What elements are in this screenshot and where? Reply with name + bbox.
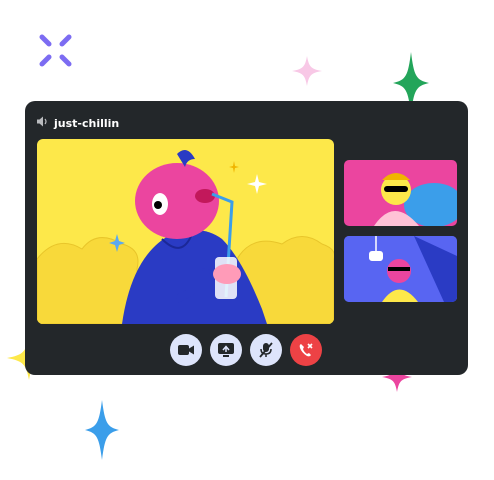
hang-up-icon bbox=[298, 342, 314, 358]
video-camera-icon bbox=[178, 344, 194, 356]
leave-call-button[interactable] bbox=[290, 334, 322, 366]
x-logo-icon bbox=[39, 34, 72, 67]
participant-tile[interactable] bbox=[344, 160, 457, 226]
sparkle-blue-icon bbox=[85, 400, 119, 460]
participant-illustration bbox=[374, 173, 457, 226]
participant-tile[interactable] bbox=[344, 236, 457, 302]
sparkle-lightpink-icon bbox=[292, 56, 322, 86]
screen-share-button[interactable] bbox=[210, 334, 242, 366]
channel-name: just-chillin bbox=[54, 116, 120, 130]
microphone-muted-icon bbox=[259, 342, 273, 358]
main-video-tile[interactable] bbox=[37, 139, 334, 324]
main-video-illustration bbox=[37, 150, 334, 324]
screen-share-icon bbox=[218, 343, 234, 357]
speaker-icon bbox=[37, 116, 49, 130]
participant-illustration bbox=[344, 236, 457, 302]
channel-header: just-chillin bbox=[37, 116, 119, 130]
mute-button[interactable] bbox=[250, 334, 282, 366]
camera-button[interactable] bbox=[170, 334, 202, 366]
